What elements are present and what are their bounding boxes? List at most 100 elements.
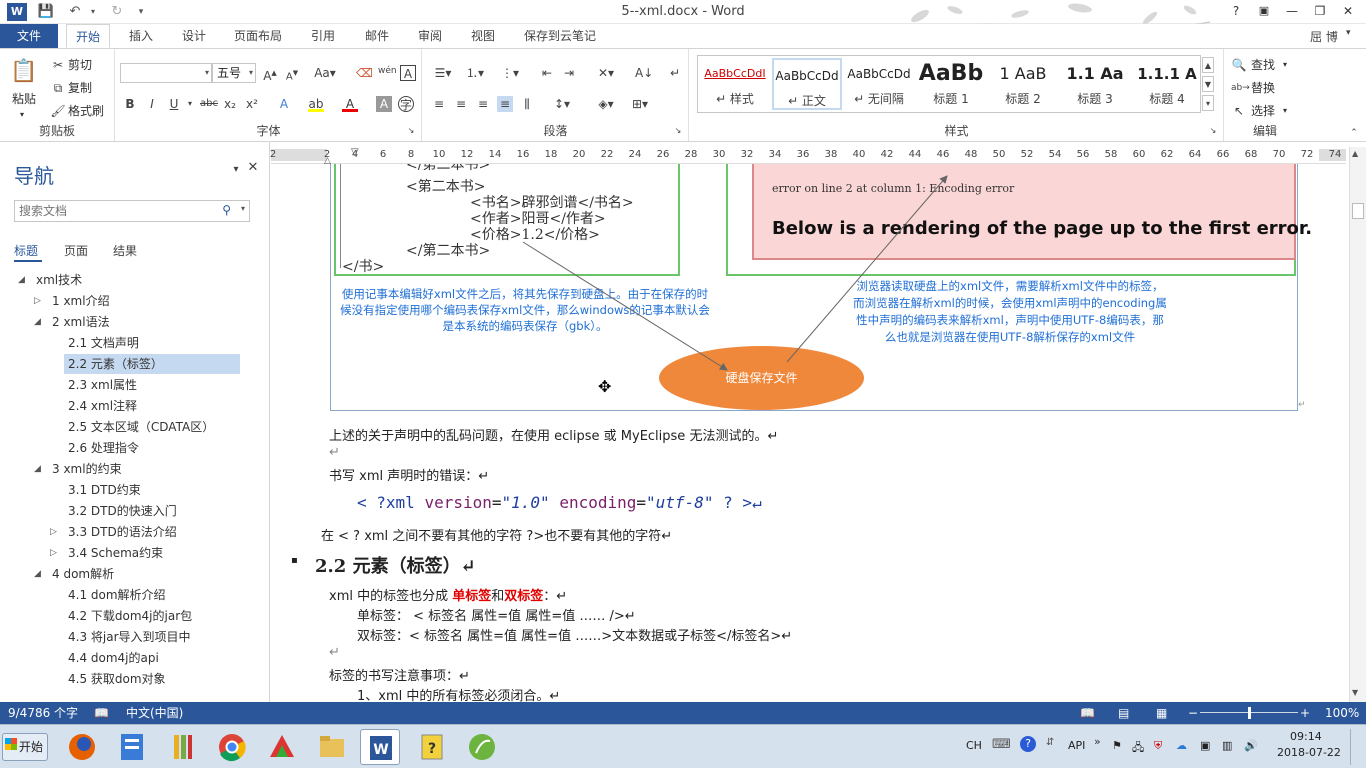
search-dropdown-icon[interactable]: ▾ [241, 204, 245, 213]
style-item[interactable]: 1 AaB 标题 2 [988, 58, 1058, 110]
expand-triangle-icon[interactable]: ▷ [50, 543, 57, 563]
tray-expand-icon[interactable]: » [1094, 735, 1101, 748]
styles-scroll-up-icon[interactable]: ▲ [1202, 57, 1214, 73]
paste-dropdown-icon[interactable]: ▾ [20, 107, 24, 123]
document-canvas[interactable]: </第二本书> <第二本书> <书名>辟邪剑谱</书名> <作者>阳哥</作者>… [271, 164, 1349, 702]
scroll-down-icon[interactable]: ▼ [1352, 688, 1358, 697]
line-spacing-icon[interactable]: ↕▾ [549, 96, 575, 112]
font-color-icon[interactable]: A [342, 96, 358, 112]
tab-file[interactable]: 文件 [0, 24, 58, 48]
text-effects-icon[interactable]: A [276, 96, 292, 112]
nav-heading-item[interactable]: 2.3 xml属性 [0, 375, 260, 395]
word-count[interactable]: 9/4786 个字 [8, 702, 78, 724]
decrease-indent-icon[interactable]: ⇤ [539, 65, 555, 81]
indent-marker-icon[interactable]: ▽ [351, 147, 359, 158]
chrome-icon[interactable] [212, 729, 252, 765]
format-painter-icon[interactable]: 🖌 [50, 103, 66, 119]
nav-heading-item[interactable]: 2.6 处理指令 [0, 438, 260, 458]
word-taskbar-icon[interactable]: W [360, 729, 400, 765]
subscript-icon[interactable]: x₂ [222, 96, 238, 112]
cut-button[interactable]: 剪切 [68, 57, 92, 73]
user-dropdown-icon[interactable]: ▾ [1346, 28, 1351, 38]
style-item[interactable]: 1.1.1 A 标题 4 [1132, 58, 1202, 110]
nav-heading-item[interactable]: 2.2 元素（标签） [64, 354, 240, 374]
read-mode-icon[interactable]: 📖 [1080, 702, 1095, 724]
tray-flag-icon[interactable]: ⚑ [1112, 739, 1122, 752]
minimize-button[interactable]: — [1282, 2, 1302, 20]
replace-icon[interactable]: ab→ [1231, 80, 1250, 96]
nav-heading-item[interactable]: ▷ 3.4 Schema约束 [0, 543, 260, 563]
clock-date[interactable]: 2018-07-22 [1277, 746, 1341, 759]
select-icon[interactable]: ↖ [1231, 103, 1247, 119]
grow-font-icon[interactable]: A▲ [262, 65, 278, 83]
tab-insert[interactable]: 插入 [120, 24, 162, 48]
tab-mailings[interactable]: 邮件 [355, 24, 399, 48]
style-item[interactable]: 1.1 Aa 标题 3 [1060, 58, 1130, 110]
volume-icon[interactable]: 🔊 [1244, 739, 1258, 752]
nav-heading-item[interactable]: 3.2 DTD的快速入门 [0, 501, 260, 521]
styles-dialog-launcher-icon[interactable]: ↘ [1205, 123, 1221, 139]
shrink-font-icon[interactable]: A▼ [284, 65, 300, 82]
nav-close-icon[interactable]: ✕ [245, 160, 261, 176]
nav-heading-item[interactable]: ◢ 2 xml语法 [0, 312, 260, 332]
select-dropdown-icon[interactable]: ▾ [1283, 103, 1287, 119]
align-left-icon[interactable]: ≡ [431, 96, 447, 112]
user-name[interactable]: 屈 博 [1310, 28, 1338, 45]
web-layout-icon[interactable]: ▦ [1156, 702, 1167, 724]
multilevel-list-icon[interactable]: ⋮▾ [497, 65, 523, 81]
distributed-icon[interactable]: ⫼ [519, 96, 535, 112]
tab-save-to-cloud-note[interactable]: 保存到云笔记 [515, 24, 605, 48]
nav-heading-item[interactable]: 4.3 将jar导入到项目中 [0, 627, 260, 647]
nav-heading-item[interactable]: 4.2 下载dom4j的jar包 [0, 606, 260, 626]
vertical-scrollbar[interactable]: ▲ ▼ [1349, 147, 1366, 702]
character-shading-icon[interactable]: A [376, 96, 392, 112]
style-item[interactable]: AaBbCcDd ↵ 无间隔 [844, 58, 914, 110]
font-name-combo[interactable]: ▾ [120, 63, 212, 83]
replace-button[interactable]: 替换 [1251, 80, 1275, 96]
shading-icon[interactable]: ◈▾ [593, 96, 619, 112]
style-item[interactable]: AaBbCcDdI ↵ 样式 [700, 58, 770, 110]
horizontal-ruler[interactable]: 2 2 4 6 8 10 12 14 16 18 20 22 24 26 28 30 32 34 36 38 40 42 4… [270, 147, 1346, 166]
close-button[interactable]: ✕ [1338, 2, 1358, 20]
align-center-icon[interactable]: ≡ [453, 96, 469, 112]
search-icon[interactable]: ⚲ [222, 203, 231, 217]
phonetic-guide-icon[interactable]: wén [378, 63, 397, 79]
ime-api-label[interactable]: API [1068, 739, 1085, 752]
strikethrough-icon[interactable]: abc [200, 96, 218, 112]
ime-help-icon[interactable]: ? [1020, 736, 1036, 752]
underline-dropdown-icon[interactable]: ▾ [182, 96, 198, 112]
character-border-icon[interactable]: A [400, 65, 416, 81]
help-app-icon[interactable]: ? [412, 729, 452, 765]
language-status[interactable]: 中文(中国) [126, 702, 183, 724]
nav-tab-pages[interactable]: 页面 [64, 242, 88, 259]
nav-heading-item[interactable]: 4.5 获取dom对象 [0, 669, 260, 689]
nav-tab-results[interactable]: 结果 [113, 242, 137, 259]
nav-heading-item[interactable]: 2.4 xml注释 [0, 396, 260, 416]
scroll-thumb[interactable] [1352, 203, 1364, 219]
clock-time[interactable]: 09:14 [1290, 730, 1322, 743]
zoom-out-icon[interactable]: − [1188, 702, 1198, 724]
tab-review[interactable]: 审阅 [408, 24, 452, 48]
tab-design[interactable]: 设计 [172, 24, 216, 48]
collapse-triangle-icon[interactable]: ◢ [18, 270, 25, 290]
collapse-triangle-icon[interactable]: ◢ [34, 312, 41, 332]
nav-options-icon[interactable]: ▾ [228, 162, 244, 178]
copy-icon[interactable]: ⧉ [50, 80, 66, 96]
tab-references[interactable]: 引用 [302, 24, 344, 48]
zoom-in-icon[interactable]: + [1300, 702, 1310, 724]
style-item-normal[interactable]: AaBbCcDd ↵ 正文 [772, 58, 842, 110]
paste-button[interactable]: 粘贴 [12, 91, 36, 107]
nav-tab-headings[interactable]: 标题 [14, 242, 38, 259]
print-layout-icon[interactable]: ▤ [1118, 702, 1129, 724]
font-size-combo[interactable]: 五号 ▾ [212, 63, 256, 83]
file-explorer-icon[interactable] [312, 729, 352, 765]
zoom-slider-thumb[interactable] [1248, 707, 1251, 719]
ime-arrows-icon[interactable]: ⇵ [1046, 737, 1054, 748]
paste-icon[interactable]: 📋 [10, 57, 38, 87]
borders-icon[interactable]: ⊞▾ [627, 96, 653, 112]
numbering-icon[interactable]: ⒈▾ [463, 65, 487, 81]
change-case-icon[interactable]: Aa▾ [314, 65, 336, 81]
nav-heading-item[interactable]: 3.1 DTD约束 [0, 480, 260, 500]
chinese-layout-icon[interactable]: ✕▾ [593, 65, 619, 81]
styles-scroll-down-icon[interactable]: ▼ [1202, 76, 1214, 92]
